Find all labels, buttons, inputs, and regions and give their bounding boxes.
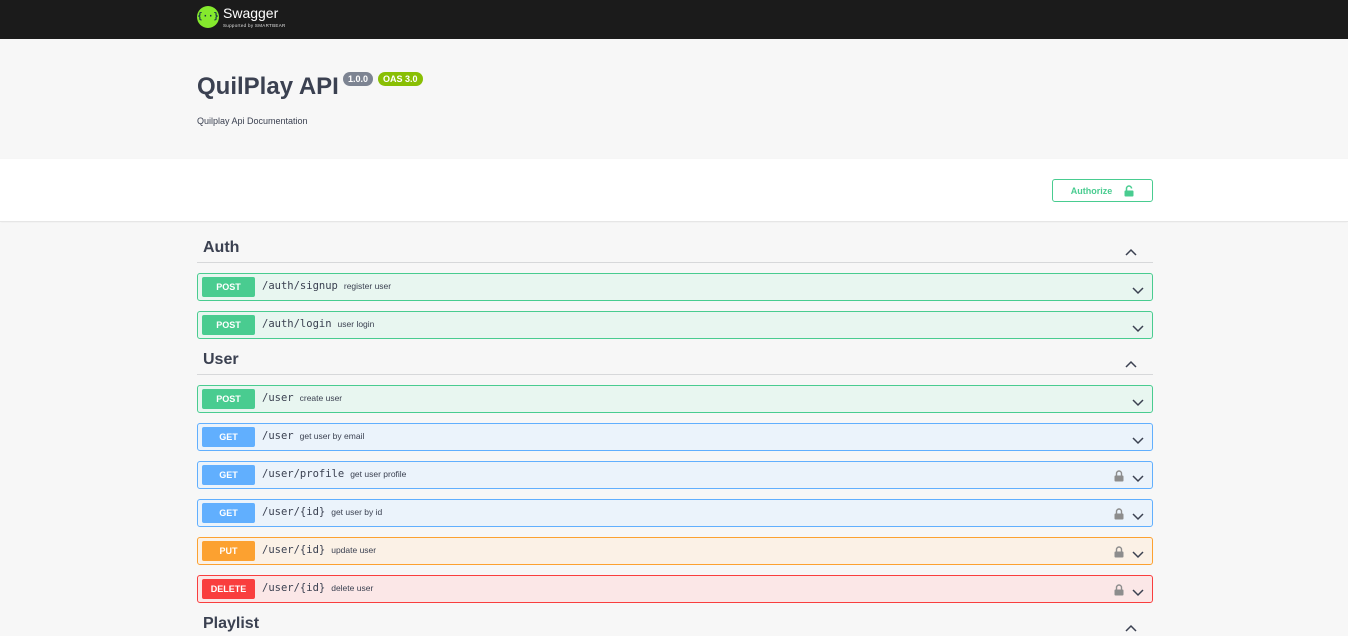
operation-post[interactable]: POST/auth/signup register user (197, 273, 1153, 301)
method-badge: POST (202, 389, 255, 409)
scheme-container: Authorize (0, 159, 1348, 222)
lock-icon[interactable] (1114, 583, 1124, 601)
topbar: {··} Swagger Supported by SMARTBEAR (0, 0, 1348, 39)
operation-path: /user get user by email (262, 430, 364, 442)
path-text: /user/{id} (262, 582, 326, 594)
operation-path: /auth/signup register user (262, 280, 391, 292)
operation-get[interactable]: GET/user get user by email (197, 423, 1153, 451)
path-text: /auth/signup (262, 280, 338, 292)
authorize-button[interactable]: Authorize (1052, 179, 1153, 202)
version-badge: 1.0.0 (343, 72, 374, 86)
operation-summary: create user (299, 393, 343, 403)
oas-badge: OAS 3.0 (378, 72, 423, 86)
swagger-logo[interactable]: {··} Swagger Supported by SMARTBEAR (197, 6, 286, 28)
path-text: /user (262, 430, 294, 442)
tag-name: Playlist (203, 615, 260, 632)
operation-delete[interactable]: DELETE/user/{id} delete user (197, 575, 1153, 603)
chevron-up-icon[interactable] (1125, 355, 1137, 373)
operation-path: /user/{id} get user by id (262, 506, 382, 518)
tag-name: User (203, 351, 239, 368)
swagger-logo-icon: {··} (197, 6, 219, 28)
chevron-up-icon[interactable] (1125, 243, 1137, 261)
path-text: /user/profile (262, 468, 345, 480)
lock-icon[interactable] (1114, 469, 1124, 487)
logo-name: Swagger (223, 5, 279, 21)
method-badge: POST (202, 315, 255, 335)
operation-summary: get user by id (331, 507, 383, 517)
operation-post[interactable]: POST/auth/login user login (197, 311, 1153, 339)
chevron-up-icon[interactable] (1125, 619, 1137, 636)
operation-summary: get user profile (350, 469, 407, 479)
chevron-down-icon[interactable] (1132, 432, 1144, 450)
operation-path: /user/{id} delete user (262, 582, 373, 594)
lock-icon[interactable] (1114, 545, 1124, 563)
page-title: QuilPlay API (197, 73, 339, 100)
path-text: /user (262, 392, 294, 404)
tag-header-auth[interactable]: Auth (197, 239, 1153, 263)
method-badge: DELETE (202, 579, 255, 599)
lock-icon[interactable] (1114, 507, 1124, 525)
path-text: /user/{id} (262, 506, 326, 518)
method-badge: GET (202, 503, 255, 523)
authorize-label: Authorize (1070, 185, 1113, 196)
path-text: /user/{id} (262, 544, 326, 556)
operation-path: /user/profile get user profile (262, 468, 406, 480)
operation-put[interactable]: PUT/user/{id} update user (197, 537, 1153, 565)
method-badge: PUT (202, 541, 255, 561)
operation-summary: delete user (331, 583, 374, 593)
unlocked-icon (1124, 184, 1134, 196)
operation-path: /user create user (262, 392, 342, 404)
operation-post[interactable]: POST/user create user (197, 385, 1153, 413)
api-description: Quilplay Api Documentation (197, 116, 308, 126)
operation-path: /auth/login user login (262, 318, 374, 330)
chevron-down-icon[interactable] (1132, 584, 1144, 602)
chevron-down-icon[interactable] (1132, 546, 1144, 564)
info-section: QuilPlay API 1.0.0 OAS 3.0 Quilplay Api … (0, 39, 1348, 159)
chevron-down-icon[interactable] (1132, 508, 1144, 526)
chevron-down-icon[interactable] (1132, 282, 1144, 300)
method-badge: POST (202, 277, 255, 297)
operation-get[interactable]: GET/user/{id} get user by id (197, 499, 1153, 527)
tag-name: Auth (203, 239, 240, 256)
operation-summary: register user (343, 281, 392, 291)
method-badge: GET (202, 427, 255, 447)
operation-summary: get user by email (299, 431, 365, 441)
operation-get[interactable]: GET/user/profile get user profile (197, 461, 1153, 489)
chevron-down-icon[interactable] (1132, 470, 1144, 488)
operation-summary: update user (331, 545, 377, 555)
chevron-down-icon[interactable] (1132, 394, 1144, 412)
tag-header-user[interactable]: User (197, 351, 1153, 375)
operation-summary: user login (337, 319, 375, 329)
logo-subtitle: Supported by SMARTBEAR (223, 23, 286, 28)
chevron-down-icon[interactable] (1132, 320, 1144, 338)
tag-header-playlist[interactable]: Playlist (197, 615, 1153, 636)
path-text: /auth/login (262, 318, 332, 330)
operation-path: /user/{id} update user (262, 544, 376, 556)
operations-wrapper: Auth POST/auth/signup register user POST/au… (0, 223, 1348, 636)
method-badge: GET (202, 465, 255, 485)
